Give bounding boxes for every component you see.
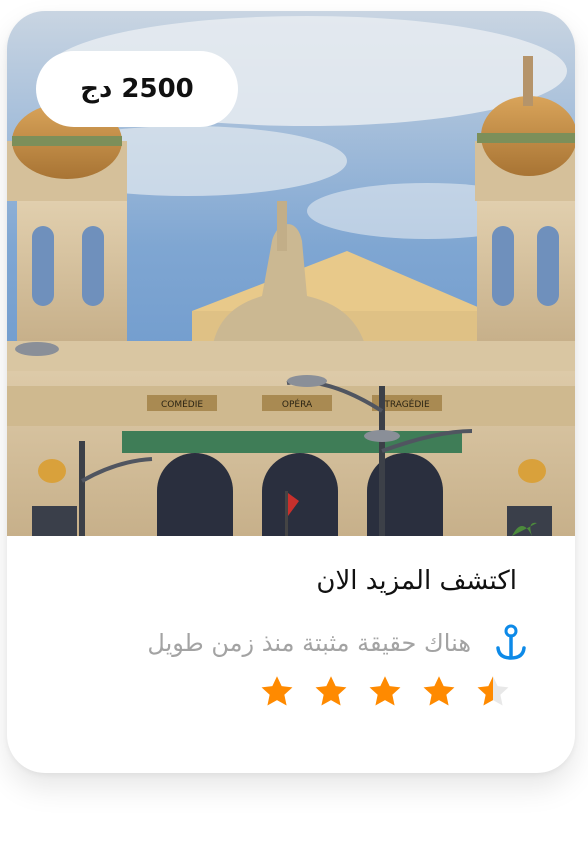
star-icon[interactable]	[259, 674, 295, 710]
star-icon[interactable]	[313, 674, 349, 710]
half-star-icon[interactable]	[475, 674, 511, 710]
star-rating[interactable]	[259, 674, 511, 710]
star-icon[interactable]	[367, 674, 403, 710]
sign-comedie: COMÉDIE	[161, 398, 203, 410]
card-description: هناك حقيقة مثبتة منذ زمن طويل	[147, 629, 471, 657]
location-row: هناك حقيقة مثبتة منذ زمن طويل	[147, 623, 527, 663]
price-badge: 2500 دج	[36, 51, 238, 127]
product-card[interactable]: COMÉDIE OPÉRA TRAGÉDIE 2500 دج اكتشف الم…	[7, 11, 575, 773]
map-pin-icon[interactable]	[495, 624, 527, 662]
card-title: اكتشف المزيد الان	[316, 566, 517, 596]
star-icon[interactable]	[421, 674, 457, 710]
sign-tragedie: TRAGÉDIE	[383, 398, 430, 410]
sign-opera: OPÉRA	[282, 398, 313, 410]
